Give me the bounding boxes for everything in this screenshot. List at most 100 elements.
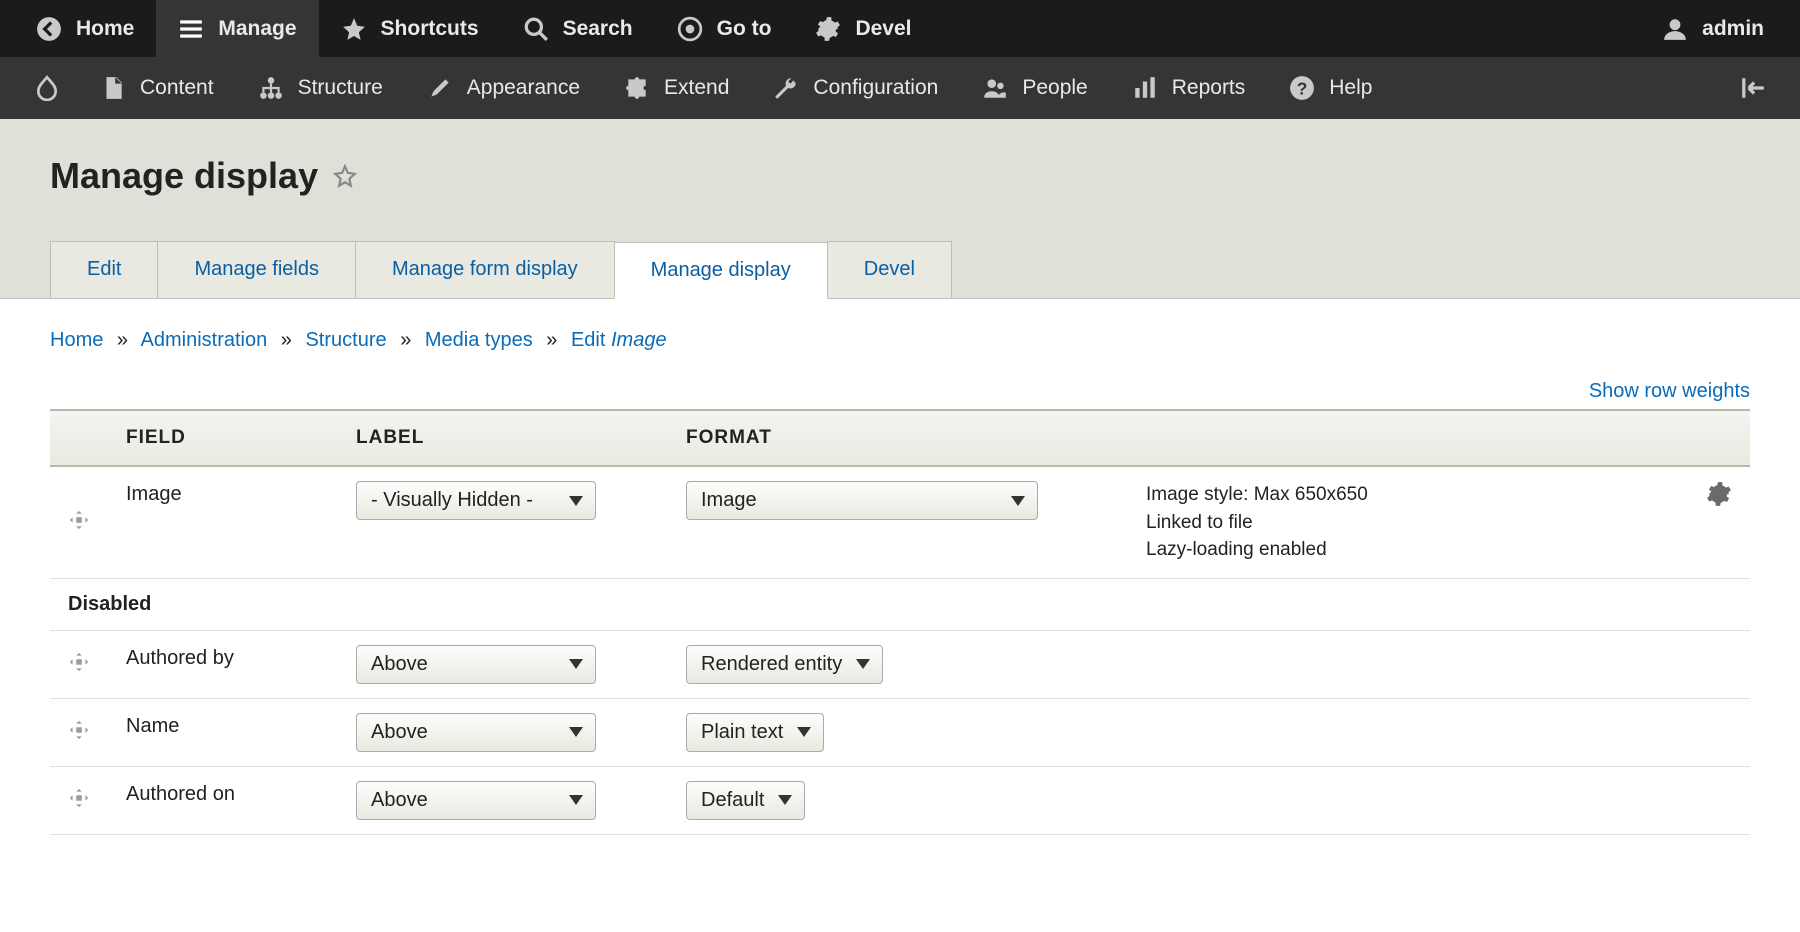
collapse-link[interactable] <box>1722 57 1784 119</box>
select-value: Default <box>701 789 764 812</box>
breadcrumb-structure[interactable]: Structure <box>305 329 386 351</box>
file-icon <box>100 75 126 101</box>
chevron-down-icon <box>569 659 583 669</box>
table-row: Authored by Above Rendered entity <box>50 630 1750 698</box>
disabled-section-label: Disabled <box>50 578 1750 630</box>
drag-handle-icon <box>68 787 90 809</box>
shortcuts-label: Shortcuts <box>381 17 479 41</box>
svg-text:?: ? <box>1297 79 1308 99</box>
extend-label: Extend <box>664 76 729 100</box>
disabled-section-row: Disabled <box>50 578 1750 630</box>
tab-manage-display[interactable]: Manage display <box>614 242 828 299</box>
select-dropdown[interactable]: Above <box>356 713 596 752</box>
field-name-cell: Name <box>108 698 338 766</box>
breadcrumb-sep: » <box>109 329 136 351</box>
search-link[interactable]: Search <box>501 0 655 57</box>
structure-label: Structure <box>298 76 383 100</box>
search-icon <box>523 16 549 42</box>
drag-cell[interactable] <box>50 630 108 698</box>
chevron-down-icon <box>856 659 870 669</box>
field-display-table: FIELD LABEL FORMAT Image - Visually Hidde… <box>50 409 1750 835</box>
tab-devel[interactable]: Devel <box>827 241 952 298</box>
format-select-cell: Image <box>668 466 1128 578</box>
ops-cell <box>1688 698 1750 766</box>
configuration-link[interactable]: Configuration <box>751 57 960 119</box>
select-value: Above <box>371 789 428 812</box>
field-name-cell: Image <box>108 466 338 578</box>
breadcrumb-edit[interactable]: Edit Image <box>571 329 667 351</box>
col-drag <box>50 410 108 466</box>
drag-cell[interactable] <box>50 766 108 834</box>
breadcrumb-home[interactable]: Home <box>50 329 103 351</box>
select-value: Rendered entity <box>701 653 842 676</box>
structure-link[interactable]: Structure <box>236 57 405 119</box>
home-link[interactable]: Home <box>14 0 156 57</box>
settings-gear-icon[interactable] <box>1706 481 1732 507</box>
favorite-star-icon[interactable] <box>332 163 358 189</box>
chevron-down-icon <box>778 795 792 805</box>
label-select-cell: Above <box>338 630 668 698</box>
wrench-icon <box>773 75 799 101</box>
select-value: Image <box>701 489 757 512</box>
label-select-cell: Above <box>338 698 668 766</box>
appearance-label: Appearance <box>467 76 580 100</box>
home-label: Home <box>76 17 134 41</box>
drupal-home-icon[interactable] <box>16 57 78 119</box>
breadcrumb-sep: » <box>273 329 300 351</box>
table-header-row: FIELD LABEL FORMAT <box>50 410 1750 466</box>
user-label: admin <box>1702 17 1764 41</box>
reports-link[interactable]: Reports <box>1110 57 1268 119</box>
paintbrush-icon <box>427 75 453 101</box>
help-icon: ? <box>1289 75 1315 101</box>
user-icon <box>1662 16 1688 42</box>
user-link[interactable]: admin <box>1640 0 1786 57</box>
goto-link[interactable]: Go to <box>655 0 794 57</box>
select-dropdown[interactable]: Above <box>356 781 596 820</box>
ops-cell <box>1688 630 1750 698</box>
droplet-icon <box>34 75 60 101</box>
people-link[interactable]: People <box>960 57 1109 119</box>
col-ops <box>1688 410 1750 466</box>
select-dropdown[interactable]: Image <box>686 481 1038 520</box>
back-circle-icon <box>36 16 62 42</box>
show-row-weights-link[interactable]: Show row weights <box>1589 380 1750 402</box>
tab-edit[interactable]: Edit <box>50 241 158 298</box>
toolbar-primary: Home Manage Shortcuts Search Go to Devel… <box>0 0 1800 57</box>
gear-icon <box>815 16 841 42</box>
label-select-cell: - Visually Hidden - <box>338 466 668 578</box>
ops-cell <box>1688 766 1750 834</box>
appearance-link[interactable]: Appearance <box>405 57 602 119</box>
page-header: Manage display Edit Manage fields Manage… <box>0 119 1800 299</box>
manage-link[interactable]: Manage <box>156 0 318 57</box>
shortcuts-link[interactable]: Shortcuts <box>319 0 501 57</box>
tab-manage-fields[interactable]: Manage fields <box>157 241 356 298</box>
breadcrumb-admin[interactable]: Administration <box>141 329 268 351</box>
select-dropdown[interactable]: Plain text <box>686 713 824 752</box>
select-value: Above <box>371 653 428 676</box>
field-name: Authored by <box>126 645 320 670</box>
table-row: Image- Visually Hidden -ImageImage style… <box>50 466 1750 578</box>
select-dropdown[interactable]: - Visually Hidden - <box>356 481 596 520</box>
page-title-wrap: Manage display <box>50 155 1750 197</box>
extend-link[interactable]: Extend <box>602 57 751 119</box>
tab-manage-form-display[interactable]: Manage form display <box>355 241 615 298</box>
content-link[interactable]: Content <box>78 57 236 119</box>
breadcrumb-media-types[interactable]: Media types <box>425 329 533 351</box>
page-title: Manage display <box>50 155 318 197</box>
barchart-icon <box>1132 75 1158 101</box>
people-icon <box>982 75 1008 101</box>
drag-cell[interactable] <box>50 466 108 578</box>
devel-link[interactable]: Devel <box>793 0 933 57</box>
select-value: Above <box>371 721 428 744</box>
select-dropdown[interactable]: Default <box>686 781 805 820</box>
search-label: Search <box>563 17 633 41</box>
help-link[interactable]: ? Help <box>1267 57 1394 119</box>
page-content: Home » Administration » Structure » Medi… <box>0 299 1800 835</box>
drag-handle-icon <box>68 651 90 673</box>
devel-label: Devel <box>855 17 911 41</box>
format-select-cell: Default <box>668 766 1128 834</box>
drag-cell[interactable] <box>50 698 108 766</box>
select-dropdown[interactable]: Rendered entity <box>686 645 883 684</box>
select-dropdown[interactable]: Above <box>356 645 596 684</box>
menu-icon <box>178 16 204 42</box>
